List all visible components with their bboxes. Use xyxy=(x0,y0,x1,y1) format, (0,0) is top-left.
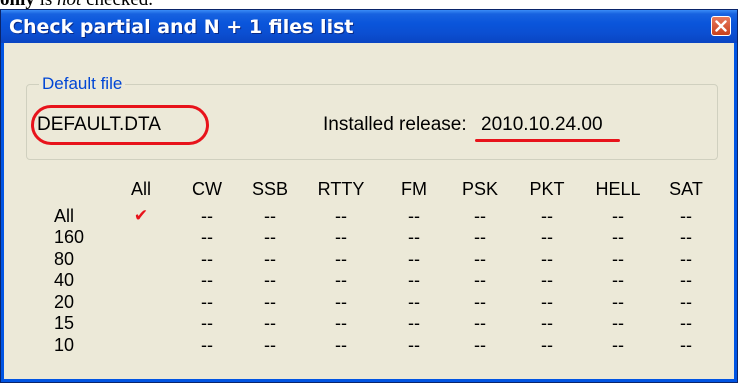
dialog-window: Check partial and N + 1 files list Defau… xyxy=(0,9,738,383)
grid-cell[interactable]: -- xyxy=(321,335,361,355)
column-header-all[interactable]: All xyxy=(111,179,171,199)
grid-cell[interactable]: -- xyxy=(394,335,434,355)
grid-cell[interactable]: -- xyxy=(321,292,361,312)
row-header-160[interactable]: 160 xyxy=(54,227,84,247)
grid-cell[interactable]: -- xyxy=(527,206,567,226)
grid-cell[interactable]: -- xyxy=(321,249,361,269)
grid-cell[interactable]: -- xyxy=(666,270,706,290)
column-header-ssb[interactable]: SSB xyxy=(240,179,300,199)
row-header-10[interactable]: 10 xyxy=(54,335,74,355)
grid-cell[interactable]: -- xyxy=(250,227,290,247)
grid-cell[interactable]: -- xyxy=(598,206,638,226)
row-header-all[interactable]: All xyxy=(54,206,74,226)
grid-cell[interactable]: -- xyxy=(321,313,361,333)
grid-cell[interactable]: -- xyxy=(598,335,638,355)
grid-cell[interactable]: -- xyxy=(666,249,706,269)
grid-cell[interactable]: -- xyxy=(394,206,434,226)
dialog-client-area: Default file DEFAULT.DTA Installed relea… xyxy=(4,43,734,379)
grid-cell[interactable]: -- xyxy=(394,227,434,247)
group-title: Default file xyxy=(39,74,126,94)
grid-cell[interactable]: -- xyxy=(250,206,290,226)
grid-cell[interactable]: -- xyxy=(460,206,500,226)
grid-cell[interactable]: -- xyxy=(394,249,434,269)
row-header-15[interactable]: 15 xyxy=(54,313,74,333)
column-header-fm[interactable]: FM xyxy=(384,179,444,199)
close-icon xyxy=(715,20,727,32)
column-header-psk[interactable]: PSK xyxy=(450,179,510,199)
grid-cell[interactable]: -- xyxy=(460,335,500,355)
grid-cell[interactable]: -- xyxy=(321,227,361,247)
grid-cell[interactable]: -- xyxy=(666,227,706,247)
column-header-sat[interactable]: SAT xyxy=(656,179,716,199)
grid-cell[interactable]: -- xyxy=(666,206,706,226)
close-button[interactable] xyxy=(711,16,731,36)
grid-cell[interactable]: -- xyxy=(394,292,434,312)
grid-cell[interactable]: -- xyxy=(527,249,567,269)
grid-cell[interactable]: -- xyxy=(460,292,500,312)
grid-cell[interactable]: -- xyxy=(527,335,567,355)
default-file-group: Default file DEFAULT.DTA Installed relea… xyxy=(26,74,718,160)
grid-cell[interactable]: -- xyxy=(598,270,638,290)
title-bar[interactable]: Check partial and N + 1 files list xyxy=(1,10,737,43)
checkmark-icon[interactable]: ✔ xyxy=(121,206,161,226)
row-header-40[interactable]: 40 xyxy=(54,270,74,290)
grid-cell[interactable]: -- xyxy=(187,270,227,290)
grid-cell[interactable]: -- xyxy=(666,313,706,333)
grid-cell[interactable]: -- xyxy=(321,206,361,226)
grid-cell[interactable]: -- xyxy=(250,292,290,312)
grid-cell[interactable]: -- xyxy=(460,227,500,247)
grid-cell[interactable]: -- xyxy=(250,335,290,355)
grid-cell[interactable]: -- xyxy=(187,227,227,247)
column-header-hell[interactable]: HELL xyxy=(588,179,648,199)
grid-cell[interactable]: -- xyxy=(527,227,567,247)
grid-cell[interactable]: -- xyxy=(394,270,434,290)
grid-cell[interactable]: -- xyxy=(250,313,290,333)
grid-cell[interactable]: -- xyxy=(187,206,227,226)
grid-cell[interactable]: -- xyxy=(187,292,227,312)
grid-cell[interactable]: -- xyxy=(187,335,227,355)
grid-cell[interactable]: -- xyxy=(187,313,227,333)
grid-cell[interactable]: -- xyxy=(598,227,638,247)
column-header-rtty[interactable]: RTTY xyxy=(311,179,371,199)
grid-cell[interactable]: -- xyxy=(666,335,706,355)
grid-cell[interactable]: -- xyxy=(187,249,227,269)
grid-cell[interactable]: -- xyxy=(598,313,638,333)
annotation-ellipse xyxy=(31,105,209,145)
row-header-80[interactable]: 80 xyxy=(54,249,74,269)
grid-cell[interactable]: -- xyxy=(598,249,638,269)
installed-release-value: 2010.10.24.00 xyxy=(481,114,603,135)
grid-cell[interactable]: -- xyxy=(460,249,500,269)
column-header-pkt[interactable]: PKT xyxy=(517,179,577,199)
grid-cell[interactable]: -- xyxy=(460,270,500,290)
grid-cell[interactable]: -- xyxy=(598,292,638,312)
window-title: Check partial and N + 1 files list xyxy=(9,16,354,38)
installed-release-label: Installed release: xyxy=(323,114,467,135)
grid-cell[interactable]: -- xyxy=(460,313,500,333)
grid-cell[interactable]: -- xyxy=(527,313,567,333)
row-header-20[interactable]: 20 xyxy=(54,292,74,312)
grid-cell[interactable]: -- xyxy=(666,292,706,312)
annotation-underline xyxy=(475,139,620,142)
grid-cell[interactable]: -- xyxy=(394,313,434,333)
grid-cell[interactable]: -- xyxy=(527,270,567,290)
column-header-cw[interactable]: CW xyxy=(177,179,237,199)
grid-cell[interactable]: -- xyxy=(527,292,567,312)
grid-cell[interactable]: -- xyxy=(250,270,290,290)
grid-cell[interactable]: -- xyxy=(250,249,290,269)
grid-cell[interactable]: -- xyxy=(321,270,361,290)
